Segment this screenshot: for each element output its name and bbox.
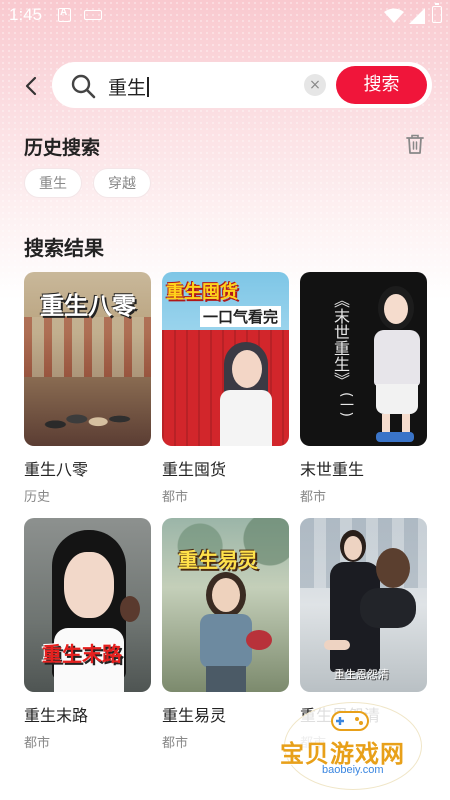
result-card[interactable]: 重生八零 重生八零 历史: [24, 272, 151, 505]
status-bar: 1:45: [0, 0, 450, 32]
book-cover: 重生易灵: [162, 518, 289, 692]
card-title: 重生八零: [24, 460, 89, 479]
watermark-url: baobeiy.com: [322, 764, 384, 776]
search-icon: [71, 74, 96, 99]
cover-subtitle: (一): [338, 392, 354, 417]
history-chip[interactable]: 重生: [24, 168, 82, 198]
book-cover: 重生八零: [24, 272, 151, 446]
cover-title: 重生易灵: [178, 548, 258, 572]
results-title: 搜索结果: [24, 236, 104, 260]
search-button[interactable]: 搜索: [336, 66, 427, 104]
card-tag: 都市: [300, 490, 327, 505]
back-button[interactable]: [18, 73, 44, 99]
result-card[interactable]: 《末世重生》 (一) 末世重生 都市: [300, 272, 427, 505]
clear-history-button[interactable]: [405, 133, 427, 155]
cover-title: 《末世重生》: [331, 292, 350, 388]
chevron-left-icon: [25, 76, 37, 96]
card-tag: 都市: [24, 736, 51, 751]
signal-icon: [409, 8, 425, 24]
text-caret: [147, 77, 149, 97]
card-tag: 都市: [162, 736, 189, 751]
gamepad-icon: [331, 711, 369, 731]
cover-title: 重生八零: [40, 292, 136, 320]
wifi-icon: [384, 8, 404, 23]
card-title: 末世重生: [300, 460, 365, 479]
notification-a-icon: [58, 7, 71, 22]
history-title: 历史搜索: [24, 137, 101, 159]
keyboard-icon: [84, 10, 102, 20]
result-card[interactable]: 重生易灵 重生易灵 都市: [162, 518, 289, 751]
book-cover: 《末世重生》 (一): [300, 272, 427, 446]
cover-title: 重生末路: [42, 642, 122, 666]
history-chip[interactable]: 穿越: [93, 168, 151, 198]
card-title: 重生末路: [24, 706, 89, 725]
book-cover: 重生恩怨清: [300, 518, 427, 692]
cover-title: 重生恩怨清: [334, 668, 389, 681]
card-tag: 都市: [162, 490, 189, 505]
card-title: 重生易灵: [162, 706, 227, 725]
result-card[interactable]: 重生末路 重生末路 都市: [24, 518, 151, 751]
book-cover: 重生末路: [24, 518, 151, 692]
search-bar: 重生 × 搜索: [52, 62, 432, 108]
card-tag: 历史: [24, 490, 51, 505]
cover-subtitle: 一口气看完: [200, 306, 282, 327]
trash-icon: [406, 134, 424, 154]
result-card[interactable]: 重生囤货 一口气看完 重生囤货 都市: [162, 272, 289, 505]
watermark: 宝贝游戏网 baobeiy.com: [272, 700, 432, 794]
book-cover: 重生囤货 一口气看完: [162, 272, 289, 446]
status-time: 1:45: [9, 5, 43, 24]
battery-icon: [432, 3, 442, 23]
cover-title: 重生囤货: [166, 282, 238, 303]
clear-search-button[interactable]: ×: [304, 74, 326, 96]
card-title: 重生囤货: [162, 460, 227, 479]
search-input[interactable]: 重生: [108, 73, 149, 100]
